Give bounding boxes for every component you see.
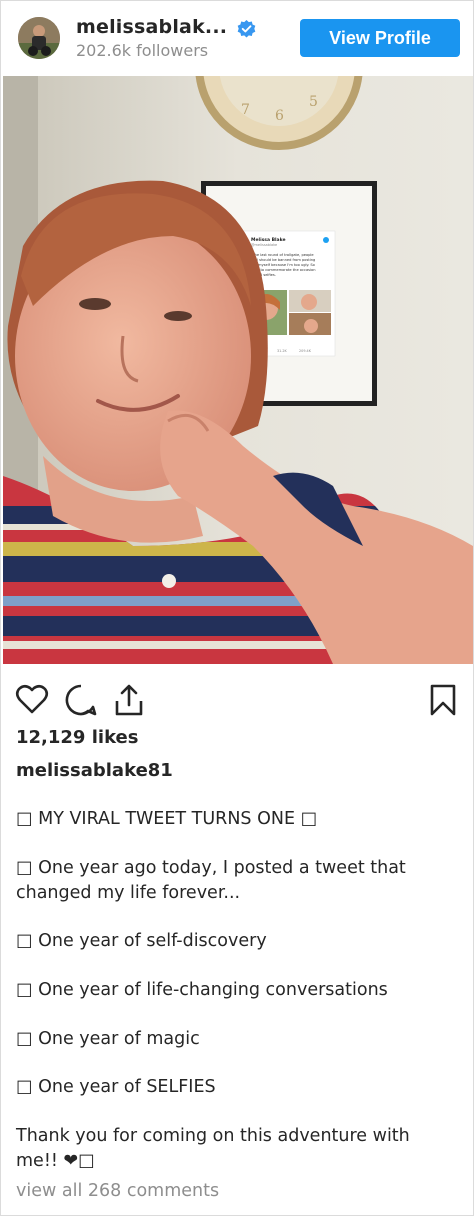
view-profile-button[interactable]: View Profile bbox=[300, 19, 460, 57]
post-header: melissablak... 202.6k followers View Pro… bbox=[1, 1, 473, 76]
avatar[interactable] bbox=[18, 17, 60, 59]
clock-number: 6 bbox=[275, 108, 284, 124]
username[interactable]: melissablak... bbox=[76, 16, 227, 38]
clock-number: 7 bbox=[241, 102, 250, 118]
like-count[interactable]: 12,129 likes bbox=[16, 727, 138, 748]
share-icon[interactable] bbox=[112, 683, 146, 717]
verified-badge-icon bbox=[237, 20, 256, 38]
caption-line: □ One year of SELFIES bbox=[16, 1077, 216, 1097]
caption-line: Thank you for coming on this adventure w… bbox=[16, 1126, 410, 1146]
action-bar bbox=[1, 679, 473, 721]
clock-number: 5 bbox=[309, 94, 318, 110]
caption-line: □ MY VIRAL TWEET TURNS ONE □ bbox=[16, 809, 318, 829]
view-comments-link[interactable]: view all 268 comments bbox=[16, 1181, 219, 1201]
bookmark-icon[interactable] bbox=[426, 683, 460, 717]
comment-icon[interactable] bbox=[64, 683, 98, 717]
caption-line: □ One year of magic bbox=[16, 1029, 200, 1049]
heart-icon[interactable] bbox=[15, 683, 49, 717]
follower-count: 202.6k followers bbox=[76, 41, 209, 60]
caption-line: changed my life forever... bbox=[16, 883, 241, 903]
tweet-handle: @melissablake bbox=[251, 243, 277, 247]
caption-line: □ One year ago today, I posted a tweet t… bbox=[16, 858, 406, 878]
instagram-post-card: melissablak... 202.6k followers View Pro… bbox=[0, 0, 474, 1216]
caption-author[interactable]: melissablake81 bbox=[16, 760, 173, 781]
tweet-stat: 31.2K bbox=[277, 349, 288, 353]
caption-line: me!! ❤□ bbox=[16, 1151, 95, 1171]
caption-line: □ One year of life-changing conversation… bbox=[16, 980, 388, 1000]
post-photo[interactable]: 7 6 5 Melissa Blake @melissablake During… bbox=[3, 76, 473, 664]
caption-line: □ One year of self-discovery bbox=[16, 931, 267, 951]
tweet-stat: 209.4K bbox=[299, 349, 312, 353]
